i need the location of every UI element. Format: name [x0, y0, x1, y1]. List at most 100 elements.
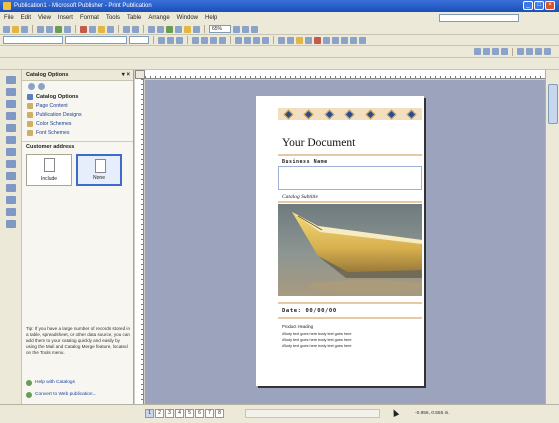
menu-insert[interactable]: Insert	[58, 15, 73, 21]
wordart-tool-icon[interactable]	[6, 112, 16, 120]
zoom-out-icon[interactable]	[233, 25, 240, 33]
line-style-icon[interactable]	[323, 36, 330, 44]
paste-icon[interactable]	[98, 25, 105, 33]
print-preview-icon[interactable]	[46, 25, 53, 33]
menu-help[interactable]: Help	[205, 15, 217, 21]
bullet-list[interactable]: Body text goes here body text goes here …	[282, 331, 351, 349]
wrap-text-icon[interactable]	[526, 48, 533, 55]
insert-picture-icon[interactable]	[166, 25, 173, 33]
send-to-back-icon[interactable]	[157, 25, 164, 33]
undo-icon[interactable]	[123, 25, 130, 33]
zoom-combo[interactable]: 65%	[209, 25, 231, 33]
convert-to-web-link[interactable]: Convert to Web publication...	[26, 392, 97, 398]
back-icon[interactable]	[28, 82, 35, 90]
color-schemes-link[interactable]: Color Schemes	[22, 121, 133, 127]
research-icon[interactable]	[64, 25, 71, 33]
document-title[interactable]: Your Document	[282, 137, 355, 149]
page-tab-1[interactable]: 1	[145, 409, 154, 418]
new-icon[interactable]	[3, 25, 10, 33]
font-size-combo[interactable]	[129, 36, 149, 44]
3d-style-icon[interactable]	[359, 36, 366, 44]
arrow-tool-icon[interactable]	[6, 160, 16, 168]
shadow-style-icon[interactable]	[350, 36, 357, 44]
oval-tool-icon[interactable]	[6, 172, 16, 180]
align-center-icon[interactable]	[201, 36, 208, 44]
help-with-catalogs-link[interactable]: Help with Catalogs	[26, 380, 75, 386]
print-icon[interactable]	[37, 25, 44, 33]
page-tab-7[interactable]: 7	[205, 409, 214, 418]
spelling-icon[interactable]	[55, 25, 62, 33]
publication-page[interactable]: Your Document Business Name Catalog Subt…	[256, 96, 424, 386]
ask-question-box[interactable]	[439, 14, 519, 22]
maximize-button[interactable]: □	[534, 1, 544, 10]
page-tab-2[interactable]: 2	[155, 409, 164, 418]
dash-style-icon[interactable]	[332, 36, 339, 44]
bold-icon[interactable]	[158, 36, 165, 44]
columns-icon[interactable]	[175, 25, 182, 33]
previous-text-box-icon[interactable]	[492, 48, 499, 55]
close-button[interactable]: ×	[545, 1, 555, 10]
line-color-icon[interactable]	[305, 36, 312, 44]
design-gallery-tool-icon[interactable]	[6, 220, 16, 228]
increase-indent-icon[interactable]	[262, 36, 269, 44]
no-address-option[interactable]: None	[76, 154, 122, 186]
menu-arrange[interactable]: Arrange	[148, 15, 169, 21]
hot-spot-tool-icon[interactable]	[6, 208, 16, 216]
horizontal-scrollbar[interactable]	[245, 409, 380, 418]
page-tab-6[interactable]: 6	[195, 409, 204, 418]
publication-designs-link[interactable]: Publication Designs	[22, 112, 133, 118]
include-address-option[interactable]: Include	[26, 154, 72, 186]
task-pane-close-icon[interactable]: ×	[126, 72, 130, 78]
help-icon[interactable]	[251, 25, 258, 33]
show-paragraph-marks-icon[interactable]	[193, 25, 200, 33]
increase-font-icon[interactable]	[287, 36, 294, 44]
text-box-tool-icon[interactable]	[6, 88, 16, 96]
justify-icon[interactable]	[219, 36, 226, 44]
insert-table-tool-icon[interactable]	[6, 100, 16, 108]
picture-frame-tool-icon[interactable]	[6, 124, 16, 132]
menu-file[interactable]: File	[4, 15, 14, 21]
page-content-link[interactable]: Page Content	[22, 103, 133, 109]
font-combo[interactable]	[65, 36, 127, 44]
horizontal-ruler[interactable]	[145, 70, 545, 79]
numbering-icon[interactable]	[235, 36, 242, 44]
product-heading[interactable]: Product Heading	[282, 324, 313, 329]
menu-view[interactable]: View	[38, 15, 51, 21]
connect-text-boxes-icon[interactable]	[474, 48, 481, 55]
zoom-in-icon[interactable]	[242, 25, 249, 33]
align-left-icon[interactable]	[192, 36, 199, 44]
boat-photo[interactable]	[278, 204, 422, 296]
scroll-thumb[interactable]	[548, 84, 558, 124]
redo-icon[interactable]	[132, 25, 139, 33]
line-tool-icon[interactable]	[6, 148, 16, 156]
align-right-icon[interactable]	[210, 36, 217, 44]
menu-window[interactable]: Window	[177, 15, 198, 21]
font-color-icon[interactable]	[314, 36, 321, 44]
save-icon[interactable]	[21, 25, 28, 33]
italic-icon[interactable]	[167, 36, 174, 44]
clip-art-tool-icon[interactable]	[6, 136, 16, 144]
arrow-style-icon[interactable]	[341, 36, 348, 44]
decrease-font-icon[interactable]	[278, 36, 285, 44]
date-text[interactable]: Date: 00/00/00	[282, 308, 337, 314]
menu-tools[interactable]: Tools	[106, 15, 120, 21]
minimize-button[interactable]: _	[523, 1, 533, 10]
menu-table[interactable]: Table	[127, 15, 141, 21]
table-icon[interactable]	[544, 48, 551, 55]
bring-to-front-icon[interactable]	[148, 25, 155, 33]
forward-icon[interactable]	[38, 82, 45, 90]
grid-icon[interactable]	[535, 48, 542, 55]
vertical-scrollbar[interactable]	[545, 70, 559, 404]
next-text-box-icon[interactable]	[501, 48, 508, 55]
page-tab-5[interactable]: 5	[185, 409, 194, 418]
style-combo[interactable]	[3, 36, 63, 44]
bullets-icon[interactable]	[244, 36, 251, 44]
catalog-subtitle[interactable]: Catalog Subtitle	[282, 194, 318, 200]
font-schemes-link[interactable]: Font Schemes	[22, 130, 133, 136]
rectangle-tool-icon[interactable]	[6, 184, 16, 192]
vertical-ruler[interactable]	[135, 79, 144, 404]
text-direction-icon[interactable]	[517, 48, 524, 55]
fill-color-icon[interactable]	[296, 36, 303, 44]
decrease-indent-icon[interactable]	[253, 36, 260, 44]
task-pane-dropdown-icon[interactable]: ▾	[122, 72, 125, 78]
